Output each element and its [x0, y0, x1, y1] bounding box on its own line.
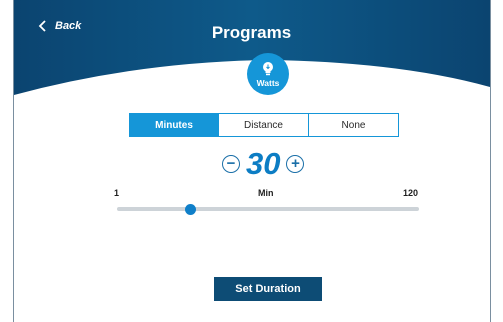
mode-option-distance[interactable]: Distance [219, 113, 309, 137]
page-title: Programs [211, 23, 292, 42]
mode-selector: Minutes Distance None [129, 113, 399, 137]
lightbulb-icon [263, 61, 273, 75]
set-duration-button[interactable]: Set Duration [214, 277, 322, 301]
duration-stepper: − 30 + [222, 146, 305, 181]
slider-unit-label: Min [258, 188, 274, 198]
duration-value: 30 [246, 146, 281, 181]
mode-option-minutes[interactable]: Minutes [129, 113, 219, 137]
duration-slider-track[interactable] [117, 207, 419, 211]
plus-circle-icon[interactable]: + [286, 154, 305, 173]
duration-slider-thumb[interactable] [185, 204, 197, 215]
programs-screen: Back Programs Watts Minutes Distance Non… [0, 0, 503, 322]
watts-badge[interactable]: Watts [247, 53, 289, 95]
slider-min-label: 1 [114, 188, 120, 198]
mode-option-none[interactable]: None [309, 113, 399, 137]
slider-max-label: 120 [403, 188, 419, 198]
watts-label: Watts [256, 77, 280, 88]
minus-circle-icon[interactable]: − [222, 154, 240, 173]
